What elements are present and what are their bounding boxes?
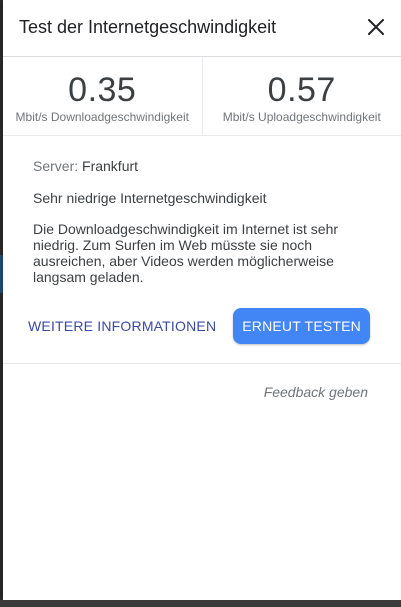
server-line: Server: Frankfurt [33,158,371,174]
divider [3,363,401,364]
download-value: 0.35 [68,71,137,109]
server-label: Server: [33,158,79,174]
speed-metrics: 0.35 Mbit/s Downloadgeschwindigkeit 0.57… [3,57,401,136]
speed-description: Die Downloadgeschwindigkeit im Internet … [33,221,339,285]
server-value: Frankfurt [82,158,139,174]
bottom-bar [0,600,401,607]
speed-test-dialog: Test der Internetgeschwindigkeit 0.35 Mb… [3,0,401,600]
result-details: Server: Frankfurt Sehr niedrige Internet… [3,136,401,285]
upload-unit: Mbit/s Uploadgeschwindigkeit [222,110,381,124]
more-info-button[interactable]: WEITERE INFORMATIONEN [28,318,216,334]
dialog-actions: WEITERE INFORMATIONEN ERNEUT TESTEN [3,307,401,345]
speed-rating: Sehr niedrige Internetgeschwindigkeit [33,190,267,206]
upload-metric: 0.57 Mbit/s Uploadgeschwindigkeit [201,57,401,135]
close-icon[interactable] [363,14,389,40]
dialog-header: Test der Internetgeschwindigkeit [3,0,401,57]
download-metric: 0.35 Mbit/s Downloadgeschwindigkeit [3,57,202,135]
dialog-title: Test der Internetgeschwindigkeit [19,17,277,37]
upload-value: 0.57 [267,71,336,109]
retest-button[interactable]: ERNEUT TESTEN [233,308,370,344]
download-unit: Mbit/s Downloadgeschwindigkeit [15,110,189,124]
feedback-link[interactable]: Feedback geben [3,384,401,400]
